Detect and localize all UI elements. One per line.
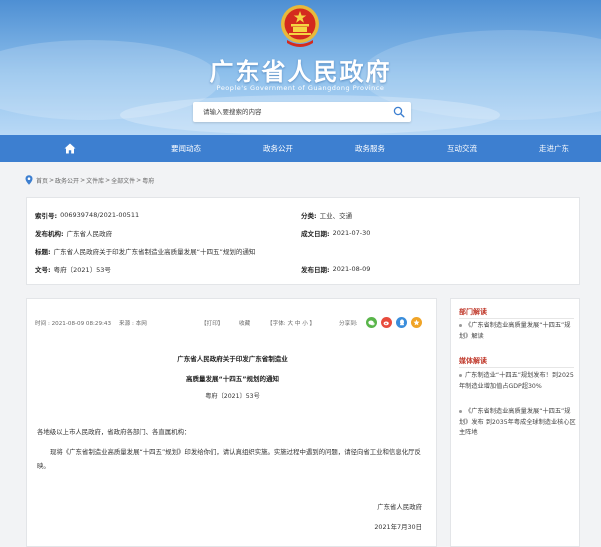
nav-item-services[interactable]: 政务服务: [324, 135, 416, 162]
nav-item-public-affairs[interactable]: 政务公开: [232, 135, 324, 162]
created-date-label: 成文日期:: [301, 230, 330, 238]
document-info-panel: 索引号: 006939748/2021-00511 分类: 工业、交通 发布机构…: [26, 197, 580, 285]
article-meta-bar: 时间 : 2021-08-09 08:29:43 来源 : 本网 【打印】 收藏…: [35, 317, 430, 329]
favorite-button[interactable]: 收藏: [239, 319, 250, 327]
info-row: 标题: 广东省人民政府关于印发广东省制造业高质量发展“十四五”规划的通知: [27, 242, 581, 260]
index-value: 006939748/2021-00511: [60, 211, 140, 219]
breadcrumb: 首页 > 政务公开 > 文件库 > 全部文件 > 粤府: [25, 175, 155, 185]
article-title-line2: 高质量发展“十四五”规划的通知: [185, 375, 280, 383]
published-date-label: 发布日期:: [301, 266, 330, 274]
article-panel: 时间 : 2021-08-09 08:29:43 来源 : 本网 【打印】 收藏…: [26, 298, 437, 547]
info-row: 发布机构: 广东省人民政府 成文日期: 2021-07-30: [27, 224, 581, 242]
search-box: [193, 102, 411, 122]
bullet-icon: [459, 373, 462, 377]
doc-number-value: 粤府〔2021〕53号: [53, 266, 111, 274]
bullet-icon: [459, 323, 462, 327]
font-size-control[interactable]: 【字体: 大 中 小 】: [267, 319, 315, 327]
article-source: 来源 : 本网: [119, 321, 147, 327]
interpretation-sidebar: 部门解读 《广东省制造业高质量发展“十四五”规划》解读 媒体解读 广东制造业“十…: [450, 298, 580, 547]
weibo-share-icon[interactable]: [381, 317, 392, 328]
article-signer: 广东省人民政府: [377, 503, 422, 511]
main-nav: 要闻动态 政务公开 政务服务 互动交流 走进广东: [0, 135, 601, 162]
nav-item-news[interactable]: 要闻动态: [140, 135, 232, 162]
location-pin-icon: [25, 175, 33, 185]
category-label: 分类:: [301, 212, 317, 220]
breadcrumb-public-affairs[interactable]: 政务公开: [55, 176, 79, 185]
issuer-label: 发布机构:: [35, 230, 64, 238]
info-row: 索引号: 006939748/2021-00511 分类: 工业、交通: [27, 206, 581, 224]
breadcrumb-all-files[interactable]: 全部文件: [111, 176, 135, 185]
article-salutation: 各地级以上市人民政府，省政府各部门、各直属机构：: [37, 428, 191, 436]
breadcrumb-home[interactable]: 首页: [36, 176, 48, 185]
national-emblem-icon: [281, 5, 319, 47]
dept-interpretation-link[interactable]: 《广东省制造业高质量发展“十四五”规划》解读: [459, 321, 579, 342]
article-sign-date: 2021年7月30日: [374, 523, 422, 531]
share-buttons: [366, 317, 426, 328]
breadcrumb-file-library[interactable]: 文件库: [86, 176, 104, 185]
article-body: 现将《广东省制造业高质量发展“十四五”规划》印发给你们，请认真组织实施。实施过程…: [37, 448, 421, 470]
article-doc-number: 粤府〔2021〕53号: [205, 393, 260, 400]
issuer-value: 广东省人民政府: [66, 230, 113, 238]
nav-item-interaction[interactable]: 互动交流: [416, 135, 508, 162]
title-label: 标题:: [35, 248, 51, 256]
media-interpretation-heading: 媒体解读: [459, 357, 487, 365]
published-date-value: 2021-08-09: [332, 265, 371, 273]
site-subtitle: People's Government of Guangdong Provinc…: [216, 84, 385, 92]
site-title: 广东省人民政府: [209, 58, 392, 86]
qq-share-icon[interactable]: [396, 317, 407, 328]
divider: [459, 318, 574, 319]
article-time: 时间 : 2021-08-09 08:29:43: [35, 321, 112, 327]
breadcrumb-current[interactable]: 粤府: [142, 176, 154, 185]
category-value: 工业、交通: [319, 212, 353, 220]
site-header: 广东省人民政府 People's Government of Guangdong…: [0, 0, 601, 135]
search-icon[interactable]: [393, 106, 405, 118]
print-button[interactable]: 【打印】: [201, 319, 223, 327]
created-date-value: 2021-07-30: [332, 229, 371, 237]
bullet-icon: [459, 409, 462, 413]
doc-number-label: 文号:: [35, 266, 51, 274]
search-input[interactable]: [193, 102, 373, 122]
qzone-share-icon[interactable]: [411, 317, 422, 328]
media-interpretation-link[interactable]: 广东制造业“十四五”规划发布！到2025年制造业增加值占GDP超30%: [459, 371, 579, 392]
title-value: 广东省人民政府关于印发广东省制造业高质量发展“十四五”规划的通知: [53, 248, 256, 256]
media-interpretation-link[interactable]: 《广东省制造业高质量发展“十四五”规划》发布 到2035年粤成全球制造业核心区主…: [459, 407, 579, 439]
nav-item-about[interactable]: 走进广东: [508, 135, 600, 162]
index-label: 索引号:: [35, 212, 58, 220]
wechat-share-icon[interactable]: [366, 317, 377, 328]
info-row: 文号: 粤府〔2021〕53号 发布日期: 2021-08-09: [27, 260, 581, 278]
dept-interpretation-heading: 部门解读: [459, 308, 487, 316]
home-icon: [64, 143, 76, 154]
article-title-line1: 广东省人民政府关于印发广东省制造业: [177, 355, 288, 363]
divider: [459, 367, 574, 368]
nav-home[interactable]: [0, 135, 140, 162]
share-label: 分享到:: [339, 321, 358, 327]
